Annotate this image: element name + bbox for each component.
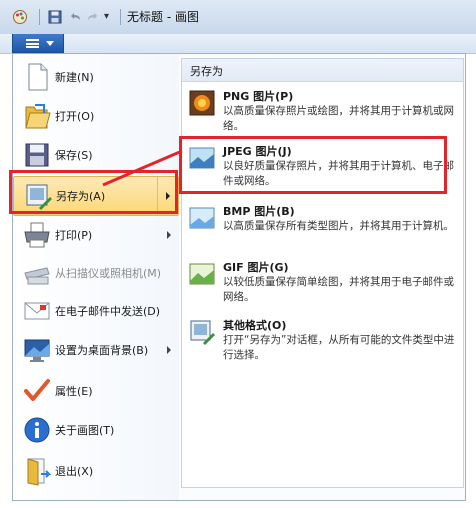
menu-item-exit[interactable]: 退出(X) <box>13 452 179 492</box>
menu-item-new[interactable]: 新建(N) <box>13 58 179 98</box>
format-description: 以较低质量保存简单绘图，并将其用于电子邮件或网络。 <box>223 276 454 303</box>
save-as-gif[interactable]: GIF 图片(G) 以较低质量保存简单绘图，并将其用于电子邮件或网络。 <box>187 257 457 309</box>
submenu-arrow-icon <box>167 231 171 239</box>
format-title: BMP 图片(B) <box>223 205 295 218</box>
save-disk-icon <box>25 143 49 167</box>
format-title: GIF 图片(G) <box>223 261 289 274</box>
menu-item-label: 新建(N) <box>55 71 94 84</box>
format-description: 以高质量保存照片或绘图，并将其用于计算机或网络。 <box>223 105 454 132</box>
submenu-arrow-icon <box>167 346 171 354</box>
qat-separator <box>39 9 40 25</box>
format-description: 打开“另存为”对话框，从所有可能的文件类型中进行选择。 <box>223 334 455 361</box>
callout-box-jpeg <box>179 136 447 194</box>
menu-item-label: 保存(S) <box>55 149 93 162</box>
format-title: PNG 图片(P) <box>223 90 294 103</box>
menu-item-label: 打印(P) <box>55 229 93 242</box>
menu-item-set-desktop-background[interactable]: 设置为桌面背景(B) <box>13 331 179 371</box>
gif-image-icon <box>189 263 215 285</box>
new-document-icon <box>28 63 48 91</box>
paint-app-icon[interactable] <box>12 9 28 25</box>
scanner-icon <box>24 267 50 285</box>
ribbon-tab-strip <box>0 34 476 54</box>
submenu-header-label: 另存为 <box>190 65 223 78</box>
title-bar: ▾ 无标题 - 画图 <box>0 0 476 35</box>
save-as-png[interactable]: PNG 图片(P) 以高质量保存照片或绘图，并将其用于计算机或网络。 <box>187 86 457 138</box>
qat-customize-dropdown[interactable]: ▾ <box>104 10 116 24</box>
printer-icon <box>24 222 50 248</box>
menu-item-label: 退出(X) <box>55 465 94 478</box>
save-as-other-formats[interactable]: 其他格式(O) 打开“另存为”对话框，从所有可能的文件类型中进行选择。 <box>187 315 457 367</box>
menu-item-label: 关于画图(T) <box>55 424 115 437</box>
menu-item-label: 从扫描仪或照相机(M) <box>55 267 162 280</box>
menu-item-open[interactable]: 打开(O) <box>13 97 179 137</box>
chevron-down-icon <box>46 41 54 46</box>
undo-icon[interactable] <box>68 10 82 24</box>
desktop-background-icon <box>24 339 50 362</box>
menu-item-properties[interactable]: 属性(E) <box>13 372 179 412</box>
save-as-bmp[interactable]: BMP 图片(B) 以高质量保存所有类型图片，并将其用于计算机。 <box>187 201 457 253</box>
menu-item-label: 属性(E) <box>55 385 93 398</box>
format-description: 以高质量保存所有类型图片，并将其用于计算机。 <box>223 220 454 232</box>
exit-icon <box>27 458 52 486</box>
menu-item-label: 打开(O) <box>55 110 95 123</box>
save-icon[interactable] <box>48 10 62 24</box>
submenu-header: 另存为 <box>182 59 463 82</box>
menu-item-send-email[interactable]: 在电子邮件中发送(D) <box>13 292 179 332</box>
menu-item-about-paint[interactable]: 关于画图(T) <box>13 411 179 451</box>
other-formats-icon <box>190 320 215 345</box>
menu-item-from-scanner-camera: 从扫描仪或照相机(M) <box>13 254 179 294</box>
menu-item-label: 设置为桌面背景(B) <box>55 344 149 357</box>
email-icon <box>24 302 50 320</box>
menu-lines-icon <box>26 39 39 48</box>
window-title: 无标题 - 画图 <box>127 10 199 24</box>
qat-separator <box>120 9 121 25</box>
callout-box-save-as <box>9 170 178 214</box>
redo-icon[interactable] <box>86 10 100 24</box>
info-icon <box>24 417 50 443</box>
checkmark-icon <box>24 379 50 401</box>
menu-item-label: 在电子邮件中发送(D) <box>55 305 161 318</box>
paint-menu-button[interactable] <box>12 34 64 53</box>
bmp-image-icon <box>189 207 215 229</box>
format-title: 其他格式(O) <box>223 319 287 332</box>
menu-item-print[interactable]: 打印(P) <box>13 216 179 256</box>
application-menu-commands: 新建(N) 打开(O) 保存(S) 另存为(A) 打印(P) 从扫描仪或照相机(… <box>13 54 179 500</box>
png-image-icon <box>189 90 215 116</box>
open-folder-icon <box>25 104 51 129</box>
